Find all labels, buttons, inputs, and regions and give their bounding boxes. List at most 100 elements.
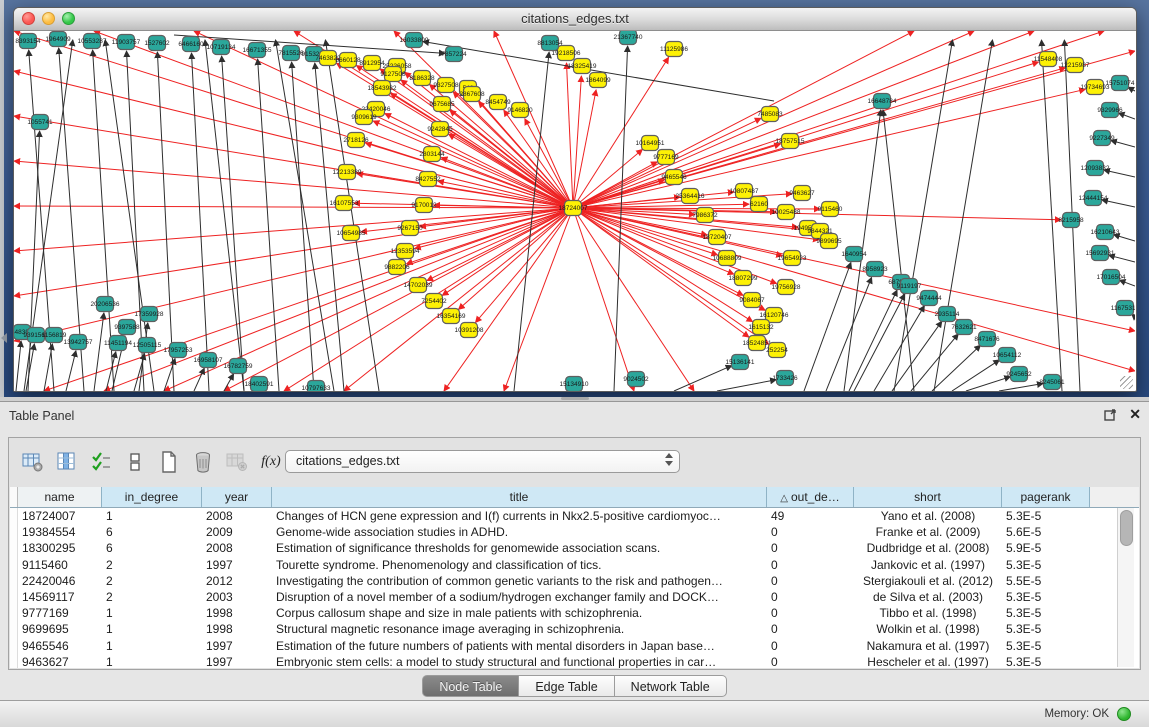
panel-collapse-arrow[interactable] bbox=[1, 333, 7, 343]
graph-node[interactable]: 9119197 bbox=[897, 279, 922, 294]
column-header-out_degree[interactable]: △out_de… bbox=[767, 487, 854, 507]
graph-node[interactable]: 12505115 bbox=[133, 338, 162, 353]
graph-node[interactable]: 62160 bbox=[750, 197, 768, 212]
graph-node[interactable]: 15134910 bbox=[560, 377, 589, 392]
row-height-icon[interactable] bbox=[121, 449, 149, 475]
graph-node[interactable]: 11548408 bbox=[1034, 52, 1063, 67]
graph-node[interactable]: 9267150 bbox=[397, 221, 423, 236]
graph-node[interactable]: 10553287 bbox=[78, 34, 107, 49]
table-row[interactable]: 969969511998Structural magnetic resonanc… bbox=[10, 621, 1139, 637]
graph-node[interactable]: 10164951 bbox=[636, 136, 665, 151]
graph-node[interactable]: 12093832 bbox=[1081, 161, 1110, 176]
graph-node[interactable]: 11903757 bbox=[112, 35, 141, 50]
graph-node[interactable]: 11675310 bbox=[1111, 301, 1135, 316]
graph-node[interactable]: 7815526 bbox=[278, 46, 304, 61]
table-settings-icon[interactable] bbox=[19, 449, 47, 475]
graph-node[interactable]: 10797633 bbox=[302, 381, 331, 392]
select-rows-icon[interactable] bbox=[87, 449, 115, 475]
column-header-title[interactable]: title bbox=[272, 487, 767, 507]
network-canvas[interactable]: 8393154 1964909 10553287 119037571527602 646… bbox=[14, 31, 1135, 391]
graph-node[interactable]: 9329966 bbox=[1097, 103, 1123, 118]
column-header-pagerank[interactable]: pagerank bbox=[1002, 487, 1090, 507]
graph-node[interactable]: 19756928 bbox=[772, 280, 801, 295]
float-panel-icon[interactable] bbox=[1104, 408, 1117, 421]
graph-node[interactable]: 9146820 bbox=[507, 103, 533, 118]
graph-node[interactable]: 7632621 bbox=[951, 320, 977, 335]
new-table-icon[interactable] bbox=[155, 449, 183, 475]
graph-node[interactable]: 1964909 bbox=[45, 32, 71, 47]
close-panel-icon[interactable]: ✕ bbox=[1129, 407, 1141, 421]
graph-node[interactable]: 16033809 bbox=[400, 33, 429, 48]
function-builder-icon[interactable]: f(x) bbox=[257, 449, 285, 475]
graph-node[interactable]: 9397588 bbox=[114, 320, 140, 335]
graph-node[interactable]: 17359928 bbox=[135, 307, 164, 322]
graph-node[interactable]: 18757515 bbox=[776, 134, 805, 149]
graph-node[interactable]: 1733426 bbox=[772, 371, 798, 386]
graph-node[interactable]: 2718126 bbox=[343, 133, 369, 148]
graph-node[interactable]: 8186328 bbox=[409, 71, 435, 86]
citation-network-graph[interactable]: 8393154 1964909 10553287 119037571527602 646… bbox=[14, 31, 1135, 391]
graph-node[interactable]: 9170012 bbox=[411, 198, 437, 213]
graph-node[interactable]: 1640954 bbox=[841, 247, 867, 262]
graph-node[interactable]: 12444154 bbox=[1079, 191, 1108, 206]
graph-node[interactable]: 11125986 bbox=[660, 42, 688, 57]
table-row[interactable]: 2242004622012Investigating the contribut… bbox=[10, 573, 1139, 589]
graph-node[interactable]: 10688809 bbox=[713, 251, 742, 266]
graph-node[interactable]: 8215958 bbox=[1058, 213, 1084, 228]
scrollbar-thumb[interactable] bbox=[1120, 510, 1133, 546]
graph-node[interactable]: 20206536 bbox=[91, 297, 120, 312]
graph-node[interactable]: 16107553 bbox=[330, 196, 359, 211]
graph-node[interactable]: 9245652 bbox=[1006, 367, 1032, 382]
delete-table-icon[interactable] bbox=[189, 449, 217, 475]
graph-node[interactable]: 13942757 bbox=[64, 335, 93, 350]
table-row[interactable]: 1830029562008Estimation of significance … bbox=[10, 540, 1139, 556]
graph-node[interactable]: 8958923 bbox=[862, 262, 888, 277]
graph-node[interactable]: 21367740 bbox=[614, 31, 643, 45]
graph-node[interactable]: 6466160 bbox=[178, 37, 204, 52]
table-row[interactable]: 911546021997Tourette syndrome. Phenomeno… bbox=[10, 557, 1139, 573]
graph-node[interactable]: 15136141 bbox=[726, 355, 755, 370]
tab-edge-table[interactable]: Edge Table bbox=[519, 675, 614, 697]
table-row[interactable]: 946554611997Estimation of the future num… bbox=[10, 638, 1139, 654]
graph-node[interactable]: 9024502 bbox=[623, 372, 649, 387]
graph-node[interactable]: 10719134 bbox=[207, 40, 236, 55]
graph-node[interactable]: 1527602 bbox=[144, 36, 170, 51]
graph-node[interactable]: 9463627 bbox=[789, 186, 815, 201]
graph-node[interactable]: 10654985 bbox=[337, 226, 366, 241]
graph-node[interactable]: 8393154 bbox=[15, 34, 41, 49]
tab-network-table[interactable]: Network Table bbox=[615, 675, 727, 697]
graph-node[interactable]: 17957253 bbox=[164, 343, 193, 358]
tab-node-table[interactable]: Node Table bbox=[422, 675, 519, 697]
graph-node[interactable]: 1055741 bbox=[27, 115, 53, 130]
graph-node[interactable]: 9327508 bbox=[433, 78, 459, 93]
divider-handle[interactable] bbox=[561, 397, 589, 400]
table-row[interactable]: 1456911722003Disruption of a novel membe… bbox=[10, 589, 1139, 605]
graph-node[interactable]: 8912954 bbox=[359, 56, 385, 71]
graph-node[interactable]: 16354169 bbox=[437, 309, 466, 324]
table-row[interactable]: 1938455462009Genome-wide association stu… bbox=[10, 524, 1139, 540]
column-header-in_degree[interactable]: in_degree bbox=[102, 487, 202, 507]
table-selector[interactable]: citations_edges.txt bbox=[285, 450, 680, 473]
graph-node[interactable]: 12213389 bbox=[333, 165, 362, 180]
table-row[interactable]: 946362711997Embryonic stem cells: a mode… bbox=[10, 654, 1139, 668]
select-columns-icon[interactable] bbox=[53, 449, 81, 475]
graph-node[interactable]: 11451194 bbox=[104, 336, 132, 351]
table-row[interactable]: 1872400712008Changes of HCN gene express… bbox=[10, 508, 1139, 524]
table-scrollbar[interactable] bbox=[1117, 508, 1134, 667]
graph-node[interactable]: 10654112 bbox=[993, 348, 1022, 363]
graph-node[interactable]: 9227349 bbox=[1089, 131, 1115, 146]
graph-node[interactable]: 18807299 bbox=[729, 271, 758, 286]
graph-node[interactable]: 9084067 bbox=[739, 293, 765, 308]
graph-node[interactable]: 7254402 bbox=[421, 294, 447, 309]
column-header-name[interactable]: name bbox=[18, 487, 102, 507]
resize-grip[interactable] bbox=[1120, 376, 1133, 389]
column-header-year[interactable]: year bbox=[202, 487, 272, 507]
network-window-titlebar[interactable]: citations_edges.txt bbox=[14, 8, 1136, 31]
graph-node[interactable]: 1864099 bbox=[585, 73, 611, 88]
graph-node[interactable]: 8427552 bbox=[415, 172, 441, 187]
graph-node[interactable]: 19654923 bbox=[778, 251, 807, 266]
destroy-table-icon[interactable] bbox=[223, 449, 251, 475]
graph-node[interactable]: 10391208 bbox=[455, 323, 484, 338]
graph-node[interactable]: 9474444 bbox=[916, 291, 942, 306]
graph-node[interactable]: 17016504 bbox=[1097, 270, 1126, 285]
